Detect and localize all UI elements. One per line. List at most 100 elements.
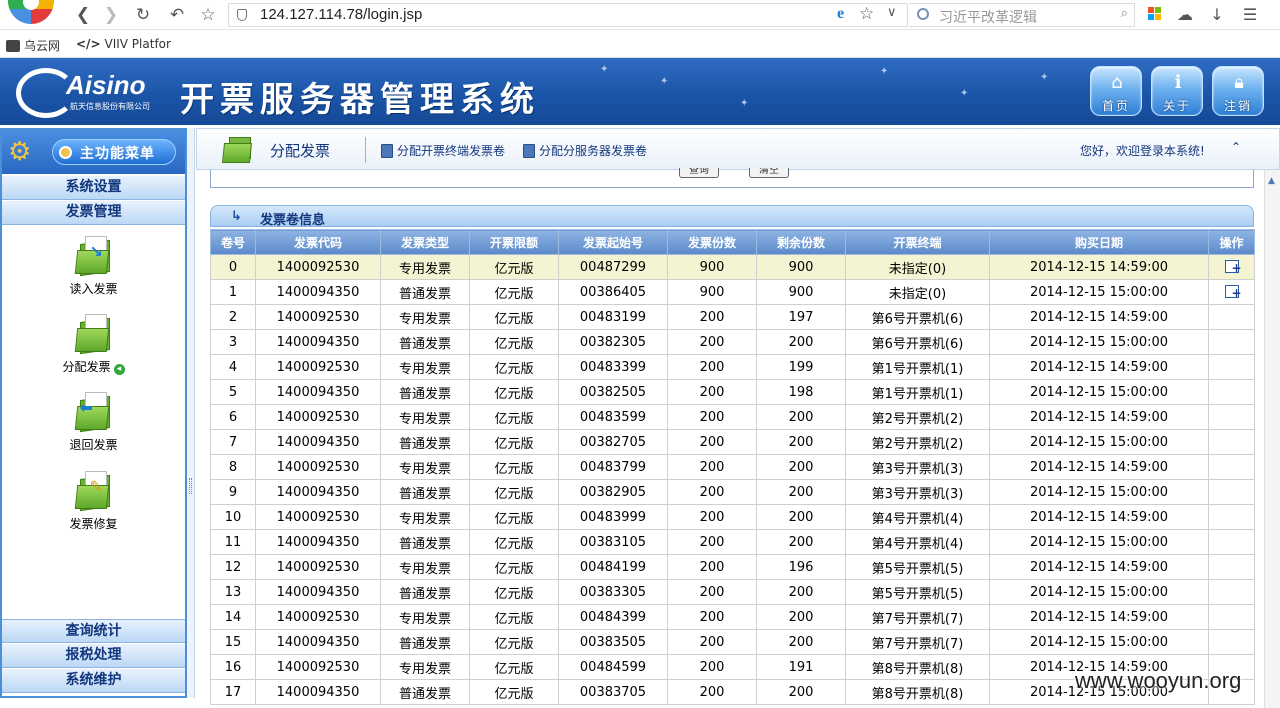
table-cell: [1208, 254, 1255, 280]
table-cell: 200: [756, 479, 846, 505]
table-row[interactable]: 3 1400094350 普通发票 亿元版 00382305 200 200 第6号开票机(6…: [210, 329, 1255, 355]
table-row[interactable]: 11 1400094350 普通发票 亿元版 00383105 200 200 第4号开票机(…: [210, 529, 1255, 555]
sidebar-section-system-settings[interactable]: 系统设置: [2, 176, 185, 200]
table-row[interactable]: 8 1400092530 专用发票 亿元版 00483799 200 200 第3号开票机(3…: [210, 454, 1255, 480]
table-cell: 专用发票: [380, 354, 470, 380]
clear-button[interactable]: 清空: [749, 168, 789, 178]
table-cell: 200: [667, 554, 757, 580]
sidebar-item-label: 分配发票: [62, 360, 111, 374]
table-cell: 900: [756, 254, 846, 280]
table-cell: 200: [667, 654, 757, 680]
table-row[interactable]: 13 1400094350 普通发票 亿元版 00383305 200 200 第5号开票机(…: [210, 579, 1255, 605]
vertical-scrollbar[interactable]: ▲: [1264, 170, 1280, 708]
back-icon[interactable]: ❮: [72, 4, 94, 26]
table-cell: 2014-12-15 15:00:00: [989, 429, 1209, 455]
table-cell: 亿元版: [469, 354, 559, 380]
decor-star: ✦: [660, 76, 669, 87]
table-row[interactable]: 2 1400092530 专用发票 亿元版 00483199 200 197 第6号开票机(6…: [210, 304, 1255, 330]
logout-button[interactable]: 🔒︎ 注销: [1212, 66, 1264, 116]
menu-dot-icon: [59, 146, 72, 159]
search-icon[interactable]: ⌕: [1121, 6, 1128, 21]
chevron-down-icon[interactable]: ∨: [887, 5, 897, 20]
about-button[interactable]: ℹ 关于: [1151, 66, 1203, 116]
brand-subtitle: 航天信息股份有限公司: [70, 102, 150, 111]
search-input[interactable]: 习近平改革逻辑 ⌕: [909, 3, 1135, 27]
table-row[interactable]: 9 1400094350 普通发票 亿元版 00382905 200 200 第3号开票机(3…: [210, 479, 1255, 505]
sidebar-item-return-invoice[interactable]: ⬅ 退回发票: [2, 392, 185, 453]
sidebar-section-query-statistics[interactable]: 查询统计: [2, 619, 185, 643]
address-bar[interactable]: 124.127.114.78/login.jsp e ☆ ∨: [228, 3, 908, 27]
sidebar-section-invoice-management[interactable]: 发票管理: [2, 201, 185, 225]
assign-subserver-invoice-roll-link[interactable]: 分配分服务器发票卷: [523, 142, 647, 159]
table-cell: 2: [210, 304, 256, 330]
table-row[interactable]: 6 1400092530 专用发票 亿元版 00483599 200 200 第2号开票机(2…: [210, 404, 1255, 430]
table-row[interactable]: 5 1400094350 普通发票 亿元版 00382505 200 198 第1号开票机(1…: [210, 379, 1255, 405]
download-icon[interactable]: ↓: [1207, 5, 1227, 25]
ie-mode-icon[interactable]: e: [837, 5, 844, 23]
forward-icon[interactable]: ❯: [100, 4, 122, 26]
edit-add-icon[interactable]: [1224, 284, 1242, 298]
sidebar-section-tax-reporting[interactable]: 报税处理: [2, 644, 185, 668]
undo-icon[interactable]: ↶: [166, 4, 188, 26]
table-cell: 普通发票: [380, 579, 470, 605]
reload-icon[interactable]: ↻: [132, 4, 154, 26]
table-cell: 1400092530: [255, 454, 381, 480]
table-cell: 3: [210, 329, 256, 355]
table-row[interactable]: 15 1400094350 普通发票 亿元版 00383505 200 200 第7号开票机(…: [210, 629, 1255, 655]
table-cell: 1400094350: [255, 379, 381, 405]
column-header: 开票限额: [469, 229, 559, 255]
table-cell: 15: [210, 629, 256, 655]
sidebar-item-repair-invoice[interactable]: ✎ 发票修复: [2, 471, 185, 532]
menu-icon[interactable]: ☰: [1240, 5, 1260, 25]
table-cell: 第5号开票机(5): [845, 554, 990, 580]
sidebar-item-read-invoice[interactable]: ↘ 读入发票: [2, 236, 185, 297]
welcome-message: 您好，欢迎登录本系统!: [1080, 144, 1205, 158]
table-cell: [1208, 629, 1255, 655]
favorite-star-icon[interactable]: ☆: [197, 4, 219, 26]
bookmark-wooyun[interactable]: 乌云网: [6, 37, 60, 54]
table-cell: 专用发票: [380, 454, 470, 480]
table-cell: 亿元版: [469, 529, 559, 555]
table-row[interactable]: 7 1400094350 普通发票 亿元版 00382705 200 200 第2号开票机(2…: [210, 429, 1255, 455]
table-cell: 9: [210, 479, 256, 505]
cloud-icon[interactable]: ☁: [1175, 5, 1195, 25]
assign-terminal-invoice-roll-link[interactable]: 分配开票终端发票卷: [381, 142, 505, 159]
sidebar-splitter[interactable]: [187, 128, 195, 698]
main-menu-title[interactable]: 主功能菜单: [52, 139, 176, 165]
table-cell: 2014-12-15 14:59:00: [989, 254, 1209, 280]
search-placeholder[interactable]: 习近平改革逻辑: [939, 7, 1037, 27]
invoice-roll-table: 卷号 发票代码 发票类型 开票限额 发票起始号 发票份数 剩余份数 开票终端 购买日期 操作 01…: [210, 229, 1255, 705]
table-cell: 亿元版: [469, 479, 559, 505]
drag-handle-icon[interactable]: [189, 478, 192, 494]
table-cell: 普通发票: [380, 479, 470, 505]
table-row[interactable]: 10 1400092530 专用发票 亿元版 00483999 200 200 第4号开票机(…: [210, 504, 1255, 530]
about-button-label: 关于: [1162, 99, 1191, 113]
scroll-up-icon[interactable]: ▲: [1268, 176, 1275, 186]
table-row[interactable]: 0 1400092530 专用发票 亿元版 00487299 900 900 未指定(0) 20…: [210, 254, 1255, 280]
edit-add-icon[interactable]: [1224, 259, 1242, 273]
table-row[interactable]: 4 1400092530 专用发票 亿元版 00483399 200 199 第1号开票机(1…: [210, 354, 1255, 380]
section-title: 发票卷信息: [260, 213, 326, 228]
query-button[interactable]: 查询: [679, 168, 719, 178]
bookmark-viiv[interactable]: </> VIIV Platfor: [76, 37, 171, 51]
home-button[interactable]: ⌂ 首页: [1090, 66, 1142, 116]
browser-logo-icon[interactable]: [8, 0, 54, 24]
table-row[interactable]: 12 1400092530 专用发票 亿元版 00484199 200 196 第5号开票机(…: [210, 554, 1255, 580]
table-cell: 专用发票: [380, 404, 470, 430]
table-row[interactable]: 1 1400094350 普通发票 亿元版 00386405 900 900 未指定(0) 20…: [210, 279, 1255, 305]
column-header: 剩余份数: [756, 229, 846, 255]
sidebar-section-system-maintenance[interactable]: 系统维护: [2, 669, 185, 693]
table-row[interactable]: 14 1400092530 专用发票 亿元版 00484399 200 200 第7号开票机(…: [210, 604, 1255, 630]
apps-grid-icon[interactable]: [1148, 7, 1162, 21]
bookmark-star-icon[interactable]: ☆: [859, 4, 874, 24]
table-cell: 亿元版: [469, 629, 559, 655]
home-icon: ⌂: [1111, 72, 1123, 93]
collapse-icon[interactable]: ⌃: [1231, 140, 1241, 154]
decor-star: ✦: [880, 66, 889, 77]
table-cell: [1208, 479, 1255, 505]
url-text[interactable]: 124.127.114.78/login.jsp: [260, 6, 422, 23]
sidebar-item-assign-invoice[interactable]: 分配发票 ◂: [2, 314, 185, 375]
table-cell: 未指定(0): [845, 279, 990, 305]
active-arrow-icon: ◂: [113, 364, 125, 375]
table-cell: 亿元版: [469, 329, 559, 355]
